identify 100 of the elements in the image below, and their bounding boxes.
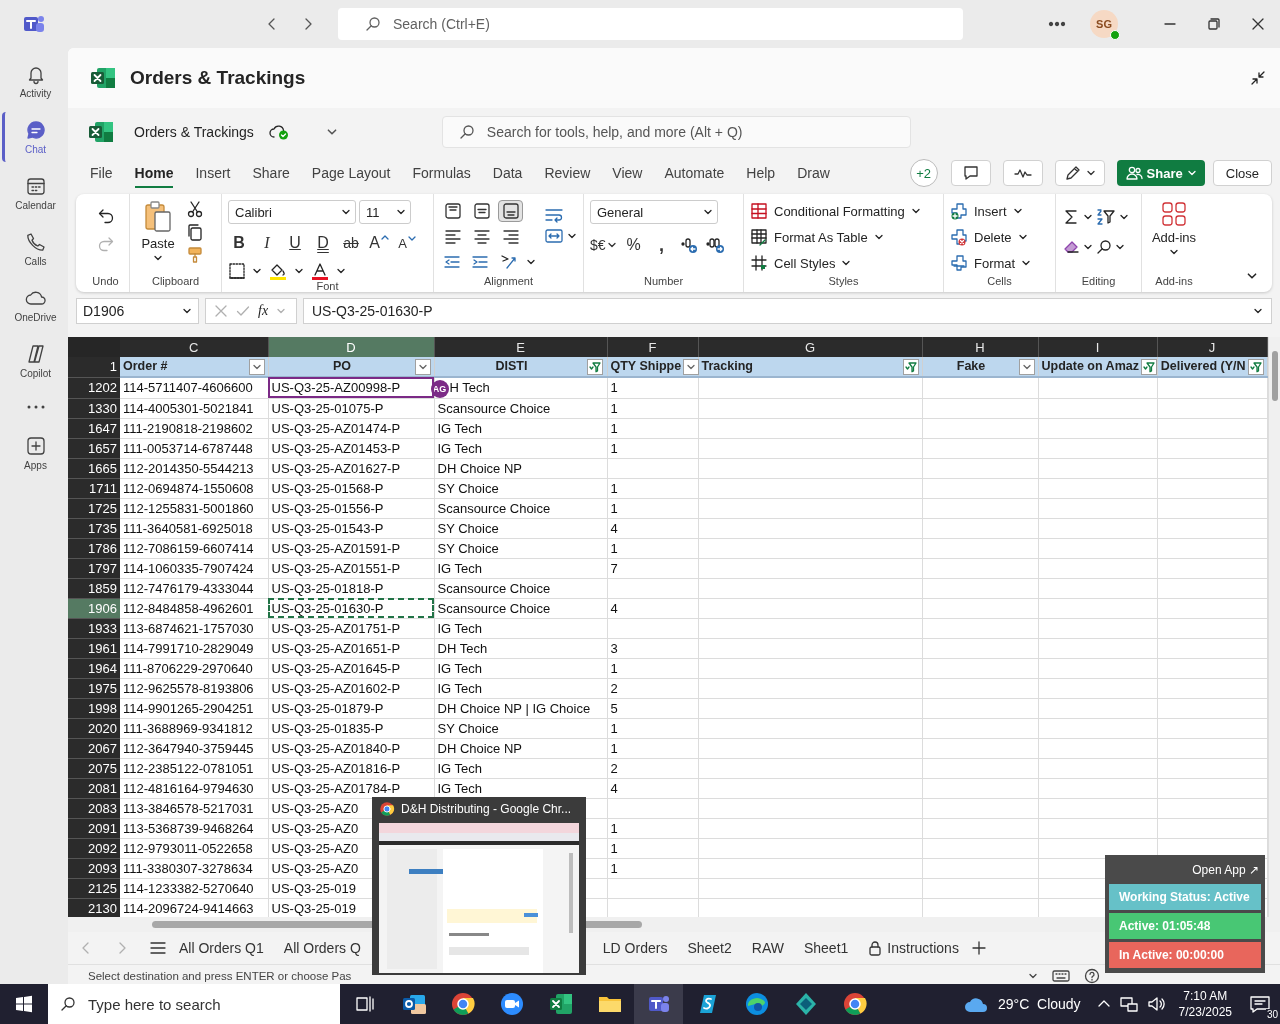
row-header[interactable]: 1711 xyxy=(68,478,120,499)
filter-button[interactable] xyxy=(587,358,604,375)
sheet-tab[interactable]: RAW xyxy=(744,934,791,962)
column-header[interactable]: E xyxy=(434,337,607,357)
menu-tab[interactable]: File xyxy=(90,158,113,188)
search-icon[interactable] xyxy=(1096,239,1112,255)
chevron-down-icon[interactable] xyxy=(567,231,577,241)
format-painter-icon[interactable] xyxy=(186,246,204,264)
sheet-tab[interactable]: All Orders Q1 xyxy=(172,934,271,962)
menu-tab[interactable]: Draw xyxy=(797,158,830,188)
sheet-tab[interactable]: Sheet1 xyxy=(796,934,856,962)
chevron-down-icon[interactable] xyxy=(1119,212,1129,222)
decrease-decimal-icon[interactable] xyxy=(704,236,725,254)
comments-button[interactable] xyxy=(950,160,991,186)
format-button[interactable]: Format xyxy=(950,252,1032,274)
menu-tab[interactable]: Page Layout xyxy=(311,158,391,188)
row-header[interactable]: 1786 xyxy=(68,538,120,559)
row-header[interactable]: 2081 xyxy=(68,778,120,799)
edit-mode-button[interactable] xyxy=(1054,160,1105,186)
column-header[interactable]: F xyxy=(607,337,698,357)
delete-button[interactable]: Delete xyxy=(950,226,1028,248)
row-header[interactable]: 1735 xyxy=(68,518,120,539)
orientation-icon[interactable] xyxy=(499,253,519,271)
filter-button[interactable] xyxy=(414,358,431,375)
table-button[interactable]: Format As Table xyxy=(750,226,884,248)
shrink-button[interactable]: A xyxy=(396,232,418,254)
menu-tab[interactable]: Data xyxy=(492,158,523,188)
row-header[interactable]: 1 xyxy=(68,357,120,377)
sheet-tab[interactable]: Instructions xyxy=(861,934,966,962)
borders-icon[interactable] xyxy=(228,262,246,280)
paste-button[interactable]: Paste xyxy=(136,200,180,263)
share-button[interactable]: Share xyxy=(1116,160,1205,186)
rail-item[interactable]: Calendar xyxy=(2,168,66,218)
row-header[interactable]: 2091 xyxy=(68,818,120,839)
menu-tab[interactable]: Help xyxy=(746,158,776,188)
row-header[interactable]: 2020 xyxy=(68,718,120,739)
currency-button[interactable]: $€ xyxy=(590,234,617,256)
menu-tab[interactable]: Review xyxy=(544,158,591,188)
activity-button[interactable] xyxy=(1002,160,1043,186)
rail-item[interactable]: Copilot xyxy=(2,336,66,386)
double-underline-button[interactable]: D xyxy=(312,232,334,254)
column-header[interactable]: J xyxy=(1157,337,1267,357)
menu-icon[interactable] xyxy=(150,941,166,955)
filter-button[interactable] xyxy=(1247,358,1264,375)
row-header[interactable]: 1647 xyxy=(68,418,120,439)
rail-item[interactable]: OneDrive xyxy=(2,280,66,330)
keyboard-icon[interactable] xyxy=(1052,968,1070,983)
chevron-down-icon[interactable] xyxy=(526,257,536,267)
row-header[interactable]: 1998 xyxy=(68,698,120,719)
row-header[interactable]: 1906 xyxy=(68,598,120,619)
column-header[interactable]: H xyxy=(922,337,1038,357)
sheet-tab[interactable]: All Orders Q xyxy=(276,934,368,962)
percent-button[interactable]: % xyxy=(622,234,645,256)
rail-item[interactable]: Apps xyxy=(2,428,66,478)
underline-button[interactable]: U xyxy=(284,232,306,254)
add-ins-button[interactable]: Add-ins xyxy=(1148,200,1200,257)
row-header[interactable]: 1975 xyxy=(68,678,120,699)
conditional-button[interactable]: Conditional Formatting xyxy=(750,200,921,222)
sheet-tab[interactable]: LD Orders xyxy=(595,934,675,962)
font-size-dropdown[interactable]: 11 xyxy=(359,200,411,224)
chevron-down-icon[interactable] xyxy=(336,266,346,276)
sort-filter-icon[interactable] xyxy=(1096,208,1116,226)
insert-button[interactable]: Insert xyxy=(950,200,1023,222)
collapse-icon[interactable] xyxy=(1250,70,1266,86)
styles-button[interactable]: Cell Styles xyxy=(750,252,852,274)
font-name-dropdown[interactable]: Calibri xyxy=(228,200,356,224)
row-header[interactable]: 2093 xyxy=(68,858,120,879)
align-bottom-button[interactable] xyxy=(498,200,523,222)
row-header[interactable]: 2075 xyxy=(68,758,120,779)
close-button[interactable]: Close xyxy=(1212,160,1272,186)
restore-icon[interactable] xyxy=(1208,18,1220,30)
rail-item[interactable]: Calls xyxy=(2,224,66,274)
menu-tab[interactable]: Insert xyxy=(195,158,231,188)
fill-color-icon[interactable] xyxy=(268,262,288,280)
merge-icon[interactable] xyxy=(544,227,564,245)
row-header[interactable]: 2067 xyxy=(68,738,120,759)
column-header[interactable]: D xyxy=(268,337,434,357)
chevron-down-icon[interactable] xyxy=(1083,212,1093,222)
filter-button[interactable] xyxy=(248,358,265,375)
chevron-down-icon[interactable] xyxy=(1083,242,1093,252)
chevron-down-icon[interactable] xyxy=(1115,242,1125,252)
font-color-icon[interactable] xyxy=(310,262,330,280)
menu-tab[interactable]: Automate xyxy=(664,158,725,188)
rail-item[interactable]: Activity xyxy=(2,56,66,106)
clock-time[interactable]: 7:10 AM xyxy=(1178,988,1232,1004)
search-field[interactable]: Search (Ctrl+E) xyxy=(338,8,963,40)
workbook-name[interactable]: Orders & Trackings xyxy=(134,123,254,140)
row-header[interactable]: 1330 xyxy=(68,398,120,419)
clock-date[interactable]: 7/23/2025 xyxy=(1178,1004,1232,1020)
avatar[interactable]: SG xyxy=(1090,10,1118,38)
formula-field[interactable]: US-Q3-25-01630-P xyxy=(303,298,1272,324)
grow-button[interactable]: A xyxy=(368,232,390,254)
comma-button[interactable]: , xyxy=(650,234,673,256)
search-field[interactable]: Search for tools, help, and more (Alt + Q) xyxy=(441,115,911,148)
column-header[interactable]: G xyxy=(698,337,922,357)
start-icon[interactable] xyxy=(15,995,33,1013)
menu-tab[interactable]: Share xyxy=(252,158,290,188)
row-header[interactable]: 1202 xyxy=(68,377,120,399)
help-icon[interactable] xyxy=(1084,967,1100,984)
row-header[interactable]: 1797 xyxy=(68,558,120,579)
